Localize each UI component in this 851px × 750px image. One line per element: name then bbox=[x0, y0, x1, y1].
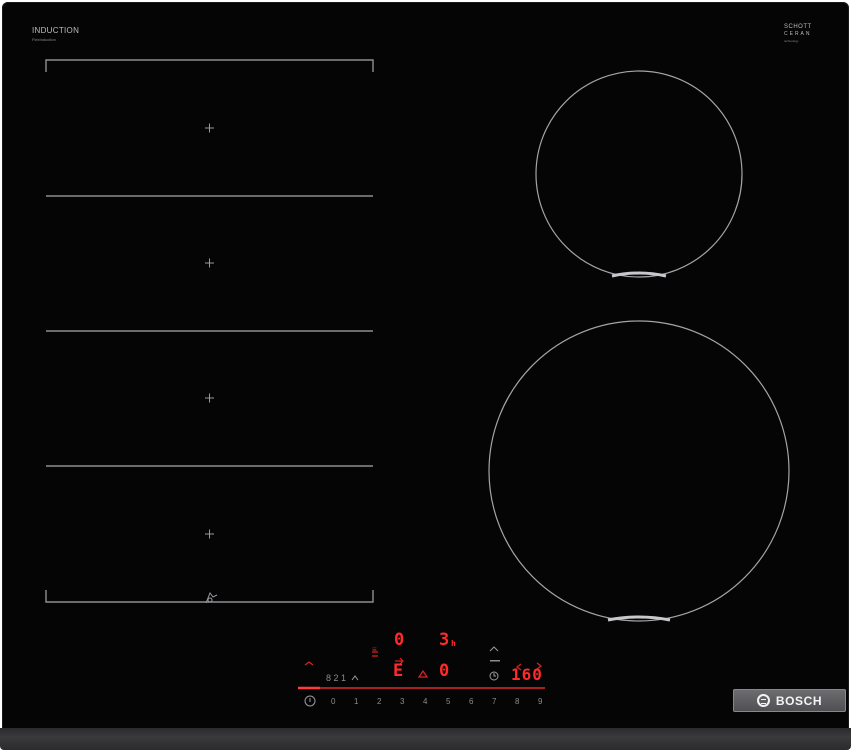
display-timer: 160 bbox=[511, 665, 543, 684]
display-zone-suffix: h bbox=[451, 639, 456, 648]
bosch-logo-icon bbox=[756, 694, 770, 707]
power-level-3[interactable]: 3 bbox=[400, 697, 404, 706]
power-level-7[interactable]: 7 bbox=[492, 697, 496, 706]
zone-cross-icon-1 bbox=[205, 123, 214, 133]
power-level-8[interactable]: 8 bbox=[515, 697, 519, 706]
small-zone-indicator bbox=[611, 271, 667, 278]
mode-label[interactable]: ≡ bbox=[372, 645, 377, 654]
zone-cross-icon-4 bbox=[205, 529, 214, 539]
hob-markings bbox=[45, 59, 790, 707]
display-zone-mid-left: E bbox=[393, 661, 405, 681]
power-level-6[interactable]: 6 bbox=[469, 697, 473, 706]
display-zone-top-left: 0 bbox=[394, 630, 406, 650]
dash-indicator bbox=[490, 660, 500, 662]
small-zone-ring bbox=[535, 70, 743, 278]
sensor-icon bbox=[489, 646, 499, 652]
wifi-icon bbox=[304, 661, 314, 666]
power-level-9[interactable]: 9 bbox=[538, 697, 542, 706]
bosch-badge: BOSCH bbox=[733, 689, 846, 712]
power-level-1[interactable]: 1 bbox=[354, 697, 358, 706]
zone-cross-icon-3 bbox=[205, 393, 214, 403]
large-zone-ring bbox=[488, 320, 790, 622]
power-level-4[interactable]: 4 bbox=[423, 697, 427, 706]
boost-label[interactable]: 8 2 1 bbox=[326, 673, 346, 683]
power-level-5[interactable]: 5 bbox=[446, 697, 450, 706]
display-zone-mid-right: 0 bbox=[439, 661, 451, 681]
display-zone-top-right: 3 bbox=[439, 630, 451, 650]
large-zone-indicator bbox=[607, 615, 671, 622]
zone-cross-icon-2 bbox=[205, 258, 214, 268]
power-level-0[interactable]: 0 bbox=[331, 697, 335, 706]
flex-zone-outline bbox=[45, 59, 374, 603]
lock-icon bbox=[417, 669, 429, 678]
power-level-2[interactable]: 2 bbox=[377, 697, 381, 706]
sensor-cook-icon bbox=[351, 675, 359, 681]
bosch-wordmark: BOSCH bbox=[775, 693, 823, 708]
